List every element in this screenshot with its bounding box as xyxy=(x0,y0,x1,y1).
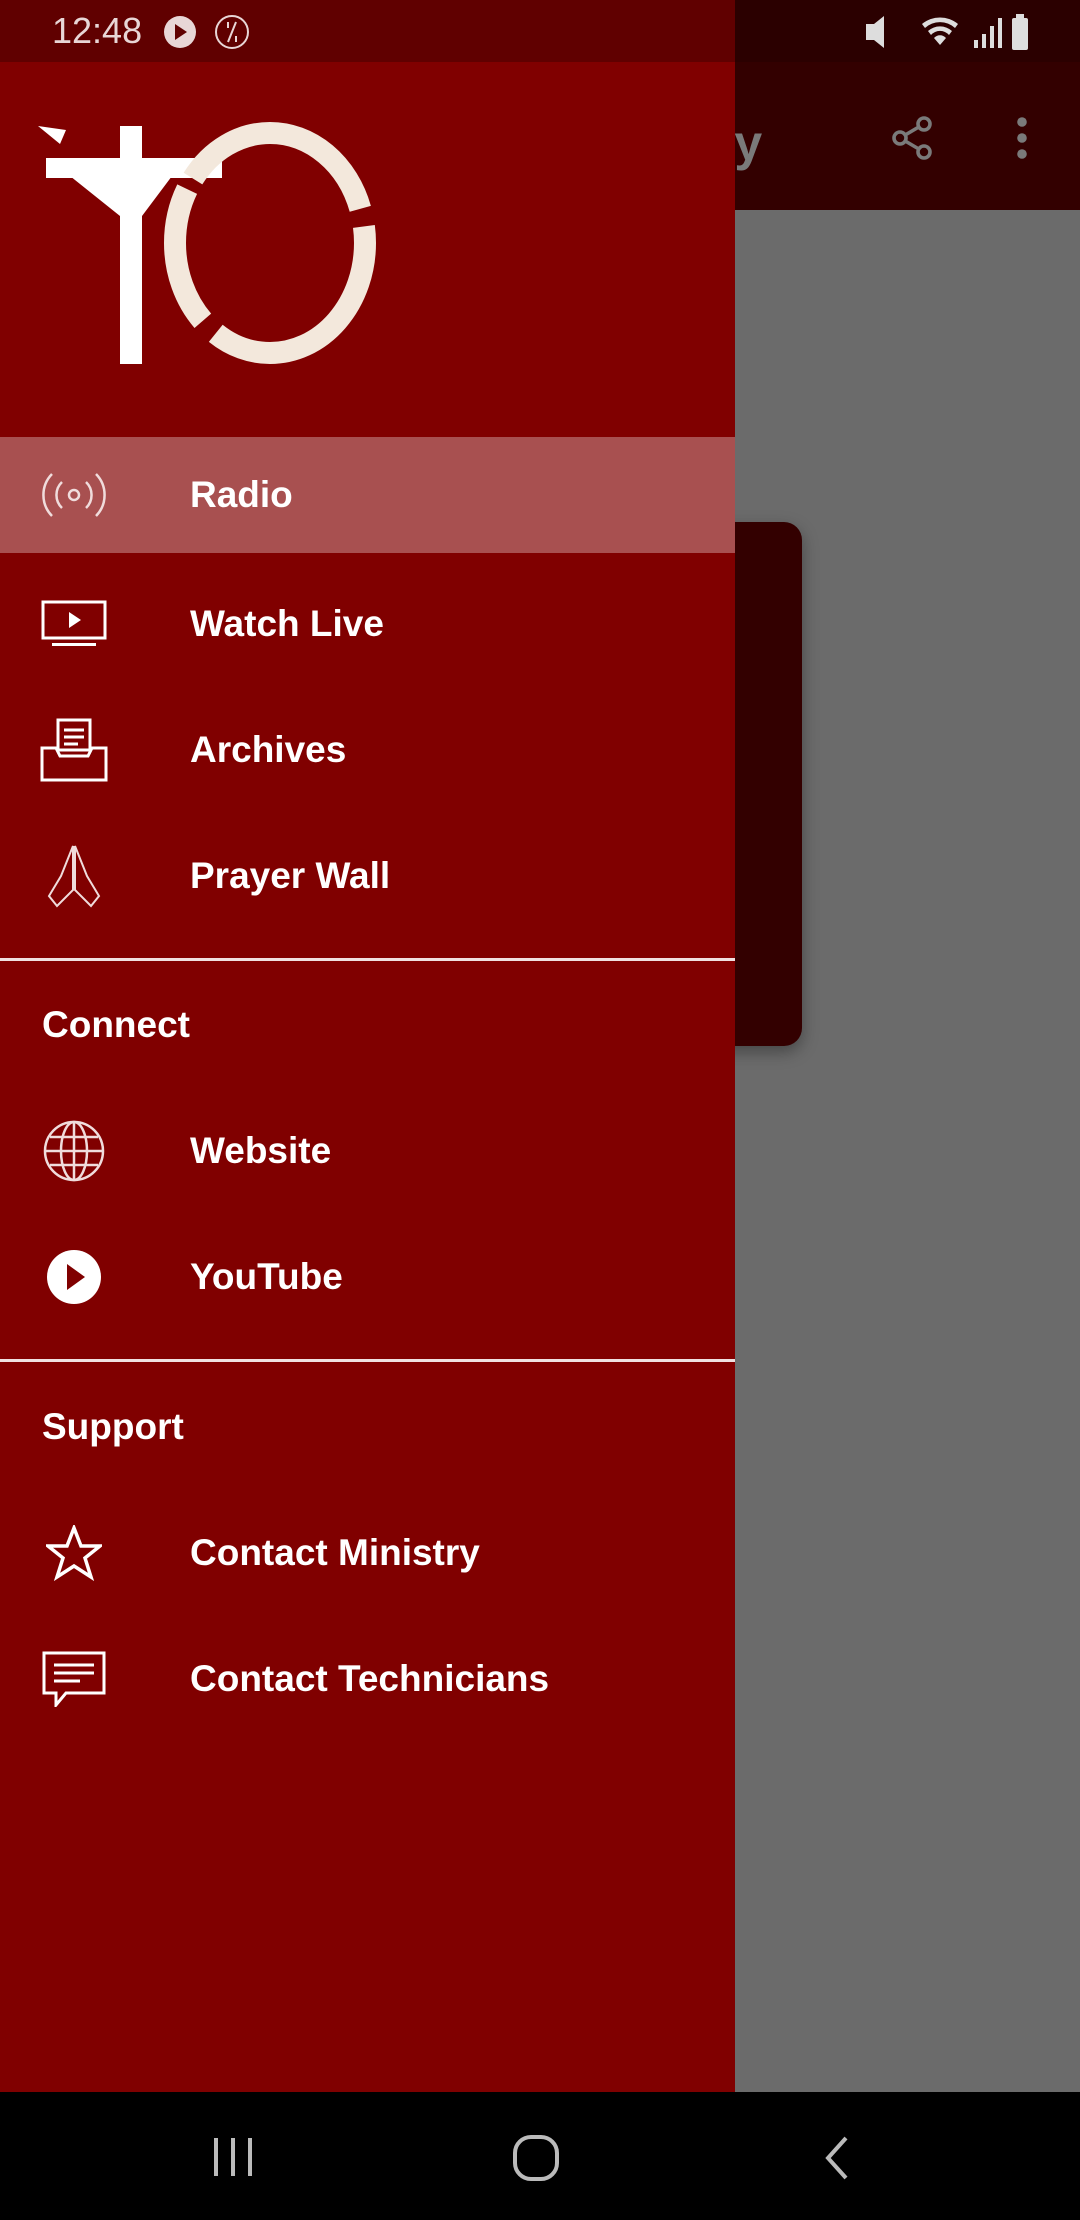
section-header-connect: Connect xyxy=(42,1004,190,1045)
drawer-item-youtube[interactable]: YouTube xyxy=(0,1219,735,1335)
divider xyxy=(0,1359,735,1362)
globe-icon xyxy=(40,1117,108,1185)
drawer-item-radio[interactable]: Radio xyxy=(0,437,735,553)
drawer-item-contact-technicians[interactable]: Contact Technicians xyxy=(0,1621,735,1737)
section-header-support: Support xyxy=(42,1406,184,1447)
chat-message-icon xyxy=(40,1645,108,1713)
status-icons xyxy=(866,14,1028,50)
archive-tray-icon xyxy=(40,716,108,784)
drawer-item-label: Radio xyxy=(190,474,293,515)
drawer-item-archives[interactable]: Archives xyxy=(0,692,735,808)
drawer-status-area: 12:48 xyxy=(0,0,735,62)
tv-play-icon xyxy=(40,590,108,658)
drawer-item-label: Prayer Wall xyxy=(190,855,391,896)
drawer-item-label: Archives xyxy=(190,729,347,770)
drawer-item-prayer-wall[interactable]: Prayer Wall xyxy=(0,818,735,934)
drawer-item-watch-live[interactable]: Watch Live xyxy=(0,566,735,682)
drawer-item-website[interactable]: Website xyxy=(0,1093,735,1209)
navigation-drawer: 12:48 Radio Watch Live Archives Prayer W… xyxy=(0,0,735,2092)
drawer-item-label: Website xyxy=(190,1130,332,1171)
radio-broadcast-icon xyxy=(40,461,108,529)
star-icon xyxy=(40,1519,108,1587)
status-left-icons xyxy=(164,15,249,49)
share-icon[interactable] xyxy=(888,114,936,162)
recents-button[interactable] xyxy=(210,2136,256,2178)
play-circle-icon xyxy=(40,1243,108,1311)
drawer-item-label: Contact Technicians xyxy=(190,1658,550,1699)
status-time: 12:48 xyxy=(52,10,143,51)
drawer-item-contact-ministry[interactable]: Contact Ministry xyxy=(0,1495,735,1611)
more-vert-icon[interactable] xyxy=(1010,114,1034,162)
praying-hands-icon xyxy=(40,842,108,910)
drawer-item-label: YouTube xyxy=(190,1256,343,1297)
divider xyxy=(0,958,735,961)
back-button[interactable] xyxy=(822,2134,852,2182)
ministry-logo xyxy=(38,122,376,364)
drawer-item-label: Watch Live xyxy=(190,603,384,644)
system-nav-bar xyxy=(0,2092,1080,2220)
drawer-item-label: Contact Ministry xyxy=(190,1532,480,1573)
home-button[interactable] xyxy=(512,2134,560,2182)
